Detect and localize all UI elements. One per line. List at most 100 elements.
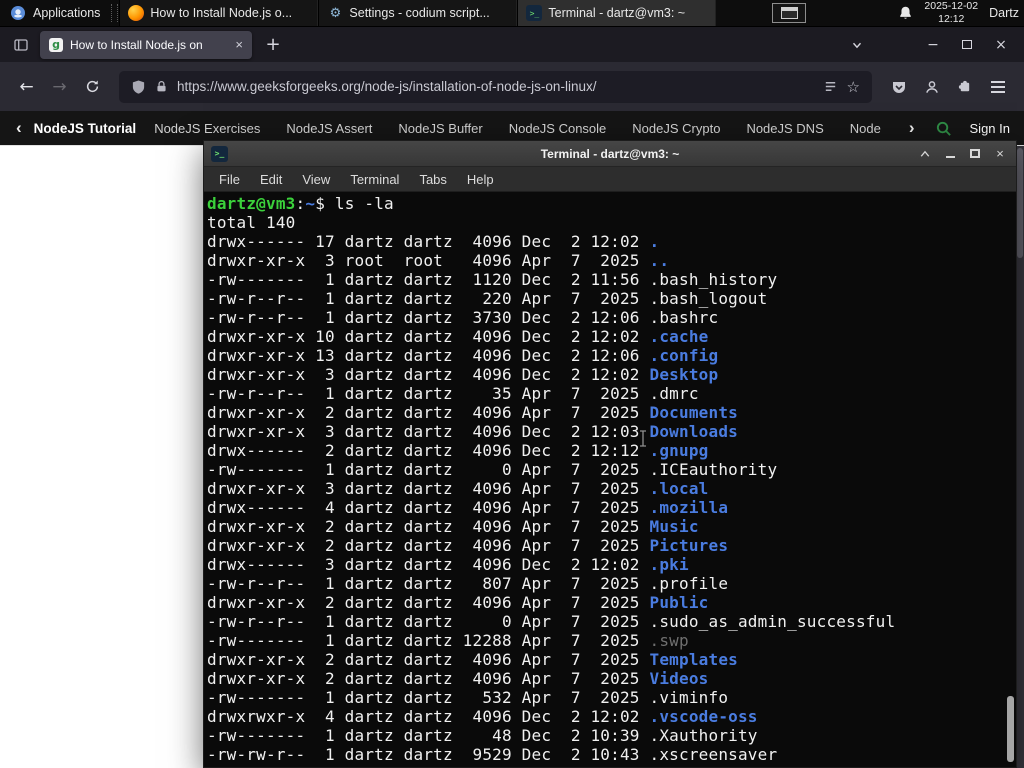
terminal-line: drwxr-xr-x 3 dartz dartz 4096 Dec 2 12:0… — [207, 365, 1016, 384]
terminal-line: -rw-r--r-- 1 dartz dartz 35 Apr 7 2025 .… — [207, 384, 1016, 403]
file-meta: drwxr-xr-x 3 dartz dartz 4096 Apr 7 2025 — [207, 479, 650, 498]
file-name: .profile — [649, 574, 729, 593]
file-meta: -rw------- 1 dartz dartz 0 Apr 7 2025 — [207, 460, 650, 479]
maximize-icon — [962, 40, 972, 49]
menu-view[interactable]: View — [292, 172, 340, 187]
file-meta: -rw------- 1 dartz dartz 48 Dec 2 10:39 — [207, 726, 650, 745]
file-meta: -rw-r--r-- 1 dartz dartz 3730 Dec 2 12:0… — [207, 308, 650, 327]
pocket-icon[interactable] — [882, 71, 915, 103]
tab-title: How to Install Node.js on — [70, 37, 203, 52]
file-meta: drwx------ 4 dartz dartz 4096 Apr 7 2025 — [207, 498, 650, 517]
file-name: .xscreensaver — [649, 745, 778, 764]
navigation-toolbar: ← → https://www.geeksforgeeks.org/node-j… — [0, 62, 1024, 111]
sitenav-item[interactable]: NodeJS Exercises — [154, 121, 260, 136]
url-bar[interactable]: https://www.geeksforgeeks.org/node-js/in… — [119, 70, 872, 103]
user-menu[interactable]: Dartz — [989, 6, 1019, 20]
taskbar-button[interactable]: How to Install Node.js o... — [119, 0, 319, 26]
account-icon[interactable] — [915, 71, 948, 103]
window-maximize-button[interactable] — [950, 32, 984, 58]
window-minimize-button[interactable]: − — [916, 32, 950, 58]
reader-mode-icon[interactable] — [823, 79, 838, 94]
notification-bell-icon[interactable] — [898, 5, 913, 21]
list-all-tabs-chevron-icon[interactable] — [842, 32, 872, 58]
sitenav-item[interactable]: NodeJS DNS — [746, 121, 823, 136]
minimize-button[interactable] — [941, 145, 959, 162]
window-close-button[interactable]: × — [984, 32, 1018, 58]
reload-button[interactable] — [76, 71, 109, 103]
file-name: Downloads — [649, 422, 738, 441]
terminal-line: drwxr-xr-x 2 dartz dartz 4096 Apr 7 2025… — [207, 403, 1016, 422]
taskbar: How to Install Node.js o... ⚙ Settings - c… — [119, 0, 717, 26]
bookmark-star-icon[interactable]: ☆ — [847, 78, 860, 96]
firefox-view-icon[interactable] — [6, 32, 36, 58]
file-meta: -rw------- 1 dartz dartz 12288 Apr 7 202… — [207, 631, 650, 650]
file-meta: drwxr-xr-x 13 dartz dartz 4096 Dec 2 12:… — [207, 346, 650, 365]
tab-close-icon[interactable]: × — [235, 37, 243, 52]
terminal-scrollbar-thumb[interactable] — [1007, 696, 1014, 762]
back-button[interactable]: ← — [10, 71, 43, 103]
tab-strip: g How to Install Node.js on × + − × — [0, 27, 1024, 62]
file-meta: drwxr-xr-x 3 dartz dartz 4096 Dec 2 12:0… — [207, 365, 650, 384]
nav-scroll-right-icon[interactable]: › — [907, 118, 917, 138]
clock-date: 2025-12-02 — [924, 0, 979, 13]
terminal-line: drwx------ 2 dartz dartz 4096 Dec 2 12:1… — [207, 441, 1016, 460]
browser-tab[interactable]: g How to Install Node.js on × — [40, 30, 252, 59]
nav-scroll-left-icon[interactable]: ‹ — [14, 118, 24, 138]
tray-terminal-launcher[interactable] — [772, 3, 807, 23]
close-button[interactable]: × — [991, 145, 1009, 162]
file-meta: drwxr-xr-x 2 dartz dartz 4096 Apr 7 2025 — [207, 403, 650, 422]
terminal-line: drwx------ 17 dartz dartz 4096 Dec 2 12:… — [207, 232, 1016, 251]
extensions-icon[interactable] — [948, 71, 981, 103]
file-meta: -rw-r--r-- 1 dartz dartz 35 Apr 7 2025 — [207, 384, 650, 403]
taskbar-button[interactable]: ⚙ Settings - codium script... — [318, 0, 518, 26]
page-scrollbar-thumb[interactable] — [1017, 148, 1023, 258]
sitenav-item[interactable]: NodeJS Crypto — [632, 121, 720, 136]
search-icon[interactable] — [935, 120, 952, 137]
file-meta: drwxrwxr-x 4 dartz dartz 4096 Dec 2 12:0… — [207, 707, 650, 726]
terminal-line: drwxr-xr-x 13 dartz dartz 4096 Dec 2 12:… — [207, 346, 1016, 365]
sign-in-button[interactable]: Sign In — [970, 121, 1010, 136]
terminal-titlebar[interactable]: >_ Terminal - dartz@vm3: ~ × — [204, 141, 1016, 167]
tracking-shield-icon[interactable] — [131, 79, 146, 95]
window-controls: − × — [842, 32, 1018, 58]
shade-button[interactable] — [916, 145, 934, 162]
sitenav-item[interactable]: NodeJS Assert — [286, 121, 372, 136]
terminal-line: drwxr-xr-x 10 dartz dartz 4096 Dec 2 12:… — [207, 327, 1016, 346]
menu-terminal[interactable]: Terminal — [340, 172, 409, 187]
lock-icon[interactable] — [155, 79, 168, 94]
clock-time: 12:12 — [938, 13, 965, 25]
maximize-button[interactable] — [966, 145, 984, 162]
new-tab-button[interactable]: + — [258, 32, 288, 58]
forward-button[interactable]: → — [43, 71, 76, 103]
file-name: .Xauthority — [649, 726, 758, 745]
sitenav-item[interactable]: Node — [850, 121, 881, 136]
sitenav-primary-link[interactable]: NodeJS Tutorial — [34, 121, 137, 136]
menu-edit[interactable]: Edit — [250, 172, 292, 187]
menu-button[interactable] — [981, 71, 1014, 103]
terminal-content[interactable]: dartz@vm3:~$ ls -la total 140 drwx------ 1… — [204, 192, 1016, 767]
terminal-line: -rw-r--r-- 1 dartz dartz 0 Apr 7 2025 .s… — [207, 612, 1016, 631]
terminal-line: -rw-r--r-- 1 dartz dartz 807 Apr 7 2025 … — [207, 574, 1016, 593]
sitenav-item[interactable]: NodeJS Buffer — [398, 121, 482, 136]
terminal-window-controls: × — [916, 145, 1009, 162]
terminal-line: -rw------- 1 dartz dartz 532 Apr 7 2025 … — [207, 688, 1016, 707]
file-meta: -rw-rw-r-- 1 dartz dartz 9529 Dec 2 10:4… — [207, 745, 650, 764]
url-text[interactable]: https://www.geeksforgeeks.org/node-js/in… — [177, 79, 814, 94]
page-scrollbar[interactable] — [1016, 146, 1024, 768]
terminal-line: -rw------- 1 dartz dartz 48 Dec 2 10:39 … — [207, 726, 1016, 745]
sitenav-items: NodeJS Exercises NodeJS Assert NodeJS Buff… — [154, 121, 899, 136]
menu-file[interactable]: File — [209, 172, 250, 187]
file-name: Music — [649, 517, 699, 536]
menu-tabs[interactable]: Tabs — [409, 172, 456, 187]
panel-clock[interactable]: 2025-12-02 12:12 — [924, 0, 978, 25]
sitenav-item[interactable]: NodeJS Console — [509, 121, 607, 136]
applications-icon — [10, 5, 26, 21]
taskbar-button[interactable]: >_ Terminal - dartz@vm3: ~ — [517, 0, 717, 26]
file-name: Templates — [649, 650, 738, 669]
applications-menu-button[interactable]: Applications — [0, 0, 110, 26]
menu-help[interactable]: Help — [457, 172, 504, 187]
terminal-line: drwxr-xr-x 2 dartz dartz 4096 Apr 7 2025… — [207, 650, 1016, 669]
file-meta: drwxr-xr-x 10 dartz dartz 4096 Dec 2 12:… — [207, 327, 650, 346]
file-meta: drwxr-xr-x 3 dartz dartz 4096 Dec 2 12:0… — [207, 422, 650, 441]
file-meta: drwx------ 3 dartz dartz 4096 Dec 2 12:0… — [207, 555, 650, 574]
